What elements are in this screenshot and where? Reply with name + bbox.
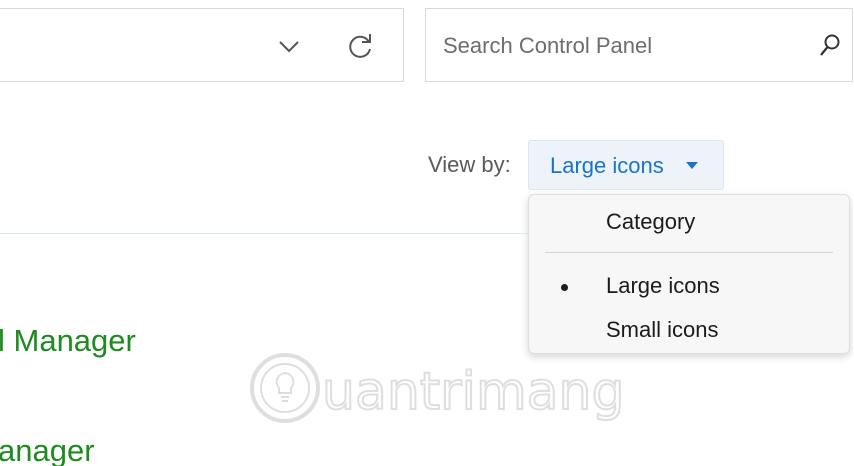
view-by-selected-value: Large icons <box>550 153 664 178</box>
search-input[interactable] <box>443 31 783 61</box>
refresh-icon[interactable] <box>345 31 375 61</box>
chevron-down-icon[interactable] <box>276 37 302 55</box>
view-by-label: View by: <box>428 152 511 177</box>
menu-item-label: Category <box>606 209 696 234</box>
menu-item-label: Small icons <box>606 317 719 342</box>
control-panel-link[interactable]: l Manager <box>0 323 136 359</box>
search-icon[interactable] <box>818 33 842 59</box>
menu-separator <box>545 252 833 253</box>
menu-item-category[interactable]: Category <box>529 203 849 241</box>
svg-text:uantrimang: uantrimang <box>322 362 624 422</box>
caret-down-icon <box>686 162 698 169</box>
control-panel-page: View by: Large icons Category Large icon… <box>0 0 854 466</box>
view-by-dropdown-button[interactable]: Large icons <box>528 140 724 190</box>
watermark-logo: uantrimang <box>250 353 625 423</box>
search-box[interactable] <box>425 8 853 82</box>
selected-bullet-icon <box>561 284 568 291</box>
menu-item-label: Large icons <box>606 273 720 298</box>
control-panel-link[interactable]: anager <box>0 433 95 466</box>
menu-item-large-icons[interactable]: Large icons <box>529 267 849 305</box>
view-by-menu: Category Large icons Small icons <box>528 194 850 354</box>
content-divider <box>0 233 528 234</box>
address-bar[interactable] <box>0 8 404 82</box>
